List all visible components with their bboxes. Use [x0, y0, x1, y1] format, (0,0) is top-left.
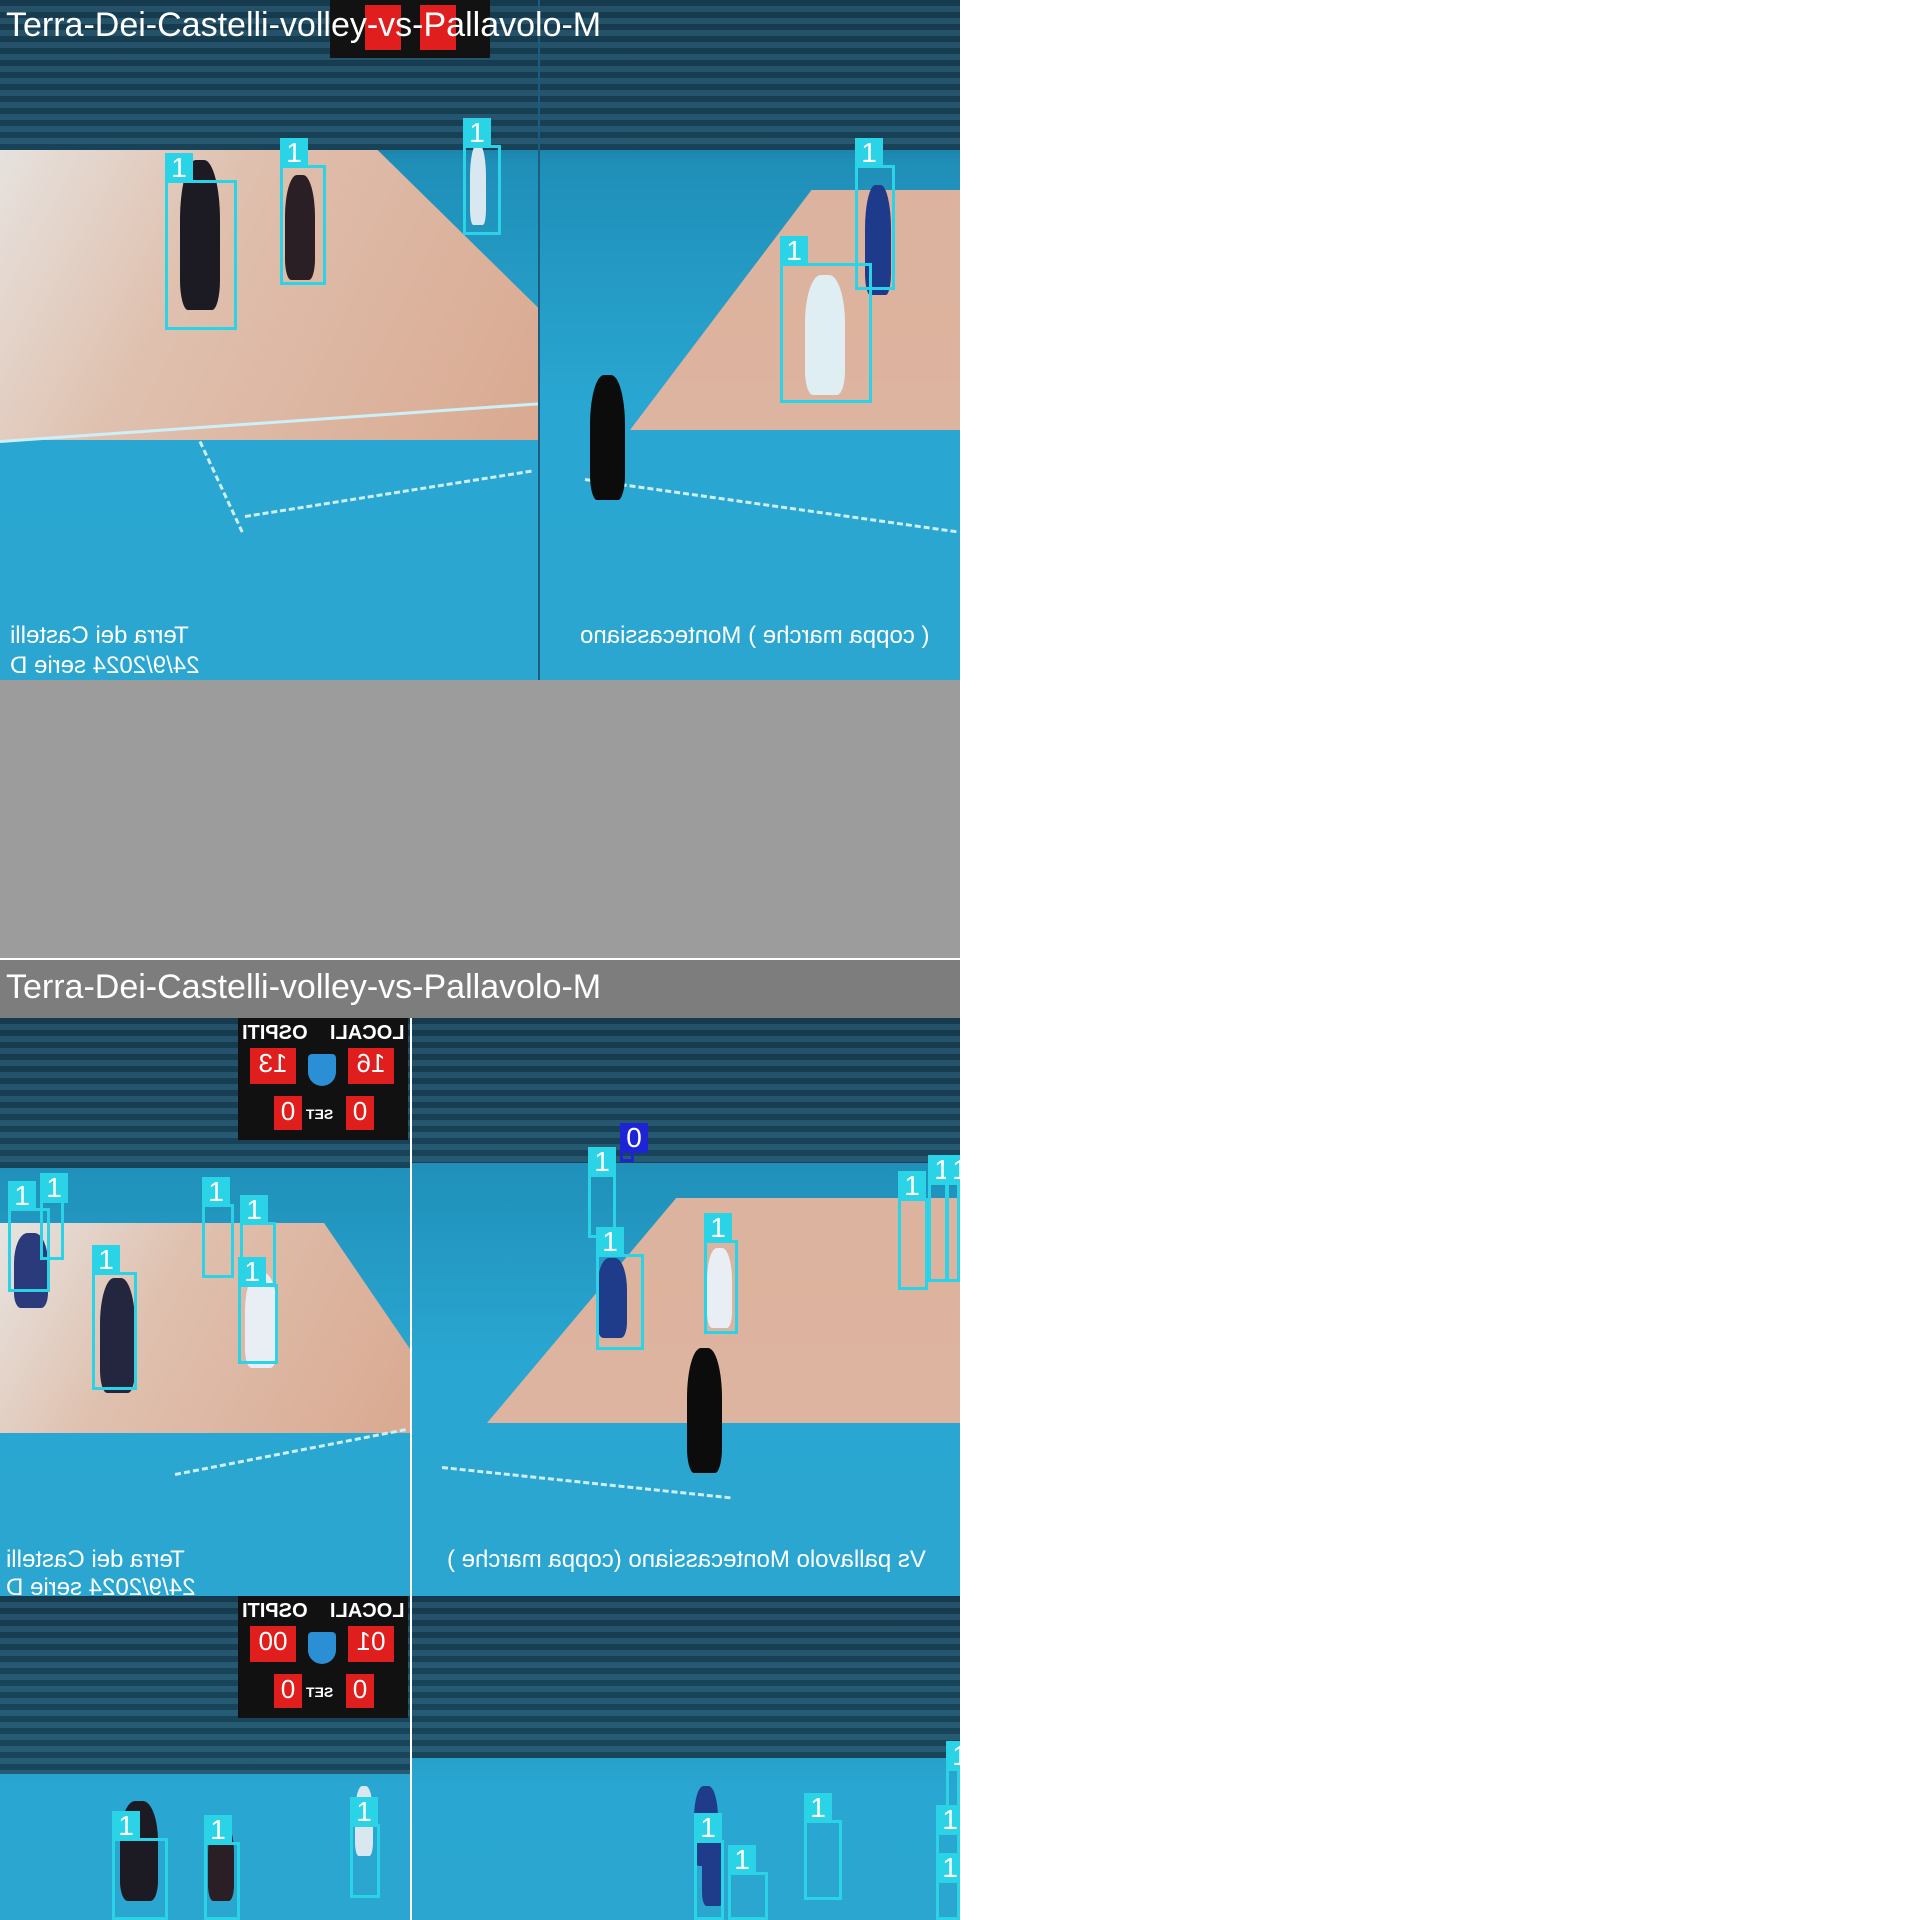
- class-label: 1: [728, 1845, 756, 1875]
- scoreboard-away-label: OSPITI: [242, 1022, 308, 1044]
- court-view-right: [412, 1596, 960, 1920]
- court-dashed-line: [198, 440, 244, 533]
- scoreboard-set-label: SET: [306, 1106, 334, 1122]
- scoreboard-set-label: SET: [306, 1684, 334, 1700]
- stands: [540, 0, 960, 150]
- person-bounding-box: 1: [40, 1173, 68, 1260]
- ball-bounding-box: 0: [620, 1123, 648, 1162]
- referee: [687, 1348, 722, 1473]
- person-bounding-box: 1: [92, 1245, 137, 1390]
- scoreboard-away-points: 00: [250, 1626, 296, 1662]
- class-label: 1: [238, 1257, 266, 1287]
- person-bounding-box: 1: [112, 1811, 168, 1920]
- court-dashed-line: [174, 1428, 406, 1476]
- class-label: 1: [8, 1181, 36, 1211]
- scoreboard-home-points: 16: [348, 1048, 394, 1084]
- class-label: 1: [92, 1245, 120, 1275]
- referee: [590, 375, 625, 500]
- class-label: 1: [780, 236, 808, 266]
- court-dashed-line: [244, 469, 532, 518]
- person-bounding-box: 1: [165, 153, 237, 330]
- class-label: 1: [694, 1813, 722, 1843]
- video-overlay-text: 24/9/2024 serie D: [10, 652, 200, 679]
- class-label: 1: [855, 138, 883, 168]
- bottom-mosaic-panel: Terra-Dei-Castelli-volley-vs-Pallavolo-M…: [0, 960, 960, 1920]
- court-view-right: ( coppa marche ) Montecassiano: [540, 0, 960, 680]
- court-view-right: Vs pallavolo Montecassiano (coppa marche…: [412, 1018, 960, 1596]
- class-label: 1: [596, 1227, 624, 1257]
- top-mosaic-panel: Terra dei Castelli 24/9/2024 serie D ( c…: [0, 0, 960, 960]
- padding-area: [0, 680, 960, 958]
- scoreboard-home-label: LOCALI: [330, 1600, 405, 1622]
- scoreboard: LOCALI OSPITI 01 00 0 0 SET: [238, 1596, 408, 1718]
- class-label: 1: [350, 1797, 378, 1827]
- person-bounding-box: 1: [928, 1155, 956, 1282]
- person-bounding-box: 1: [238, 1257, 278, 1364]
- class-label: 1: [936, 1853, 960, 1883]
- person-bounding-box: 1: [350, 1797, 380, 1898]
- class-label: 1: [280, 138, 308, 168]
- scoreboard-away-label: OSPITI: [242, 1600, 308, 1622]
- person-bounding-box: 1: [898, 1171, 928, 1290]
- class-label: 1: [204, 1815, 232, 1845]
- scoreboard-away-sets: 0: [274, 1096, 302, 1130]
- class-label: 1: [946, 1155, 960, 1185]
- class-label: 0: [620, 1123, 648, 1153]
- class-label: 1: [704, 1213, 732, 1243]
- scoreboard-home-points: 01: [348, 1626, 394, 1662]
- team-shield-icon: [308, 1054, 336, 1086]
- person-bounding-box: 1: [204, 1815, 240, 1920]
- video-overlay-text: ( coppa marche ) Montecassiano: [580, 622, 930, 649]
- person-bounding-box: 1: [946, 1155, 960, 1282]
- class-label: 1: [165, 153, 193, 183]
- court-floor: [0, 150, 540, 440]
- class-label: 1: [898, 1171, 926, 1201]
- person-bounding-box: 1: [596, 1227, 644, 1350]
- court-view-left: Terra dei Castelli 24/9/2024 serie D: [0, 0, 540, 680]
- court-dashed-line: [441, 1466, 731, 1500]
- scoreboard-home-sets: 0: [346, 1674, 374, 1708]
- person-bounding-box: 1: [280, 138, 326, 285]
- court-dashed-line: [584, 478, 957, 534]
- person-bounding-box: 1: [704, 1213, 738, 1334]
- class-label: 1: [40, 1173, 68, 1203]
- person-bounding-box: 1: [804, 1793, 842, 1900]
- scoreboard: LOCALI OSPITI 16 13 0 0 SET: [238, 1018, 408, 1140]
- class-label: 1: [112, 1811, 140, 1841]
- video-overlay-text: Vs pallavolo Montecassiano (coppa marche…: [447, 1546, 926, 1573]
- scoreboard-away-sets: 0: [274, 1674, 302, 1708]
- image-caption: Terra-Dei-Castelli-volley-vs-Pallavolo-M: [6, 6, 602, 44]
- person-bounding-box: 1: [202, 1177, 234, 1278]
- class-label: 1: [463, 118, 491, 148]
- person-bounding-box: 1: [728, 1845, 768, 1920]
- stands: [412, 1596, 960, 1758]
- person-bounding-box: 1: [780, 236, 872, 403]
- person-bounding-box: 1: [463, 118, 501, 235]
- class-label: 1: [202, 1177, 230, 1207]
- team-shield-icon: [308, 1632, 336, 1664]
- video-overlay-text: Terra dei Castelli: [10, 622, 189, 649]
- class-label: 1: [936, 1805, 960, 1835]
- person-bounding-box: 1: [694, 1813, 724, 1920]
- scoreboard-home-sets: 0: [346, 1096, 374, 1130]
- stands: [412, 1018, 960, 1163]
- scoreboard-home-label: LOCALI: [330, 1022, 405, 1044]
- class-label: 1: [588, 1147, 616, 1177]
- video-overlay-text: 24/9/2024 serie D: [6, 1574, 196, 1596]
- class-label: 1: [804, 1793, 832, 1823]
- image-caption: Terra-Dei-Castelli-volley-vs-Pallavolo-M: [6, 968, 602, 1006]
- class-label: 1: [240, 1195, 268, 1225]
- video-overlay-text: Terra dei Castelli: [6, 1546, 185, 1573]
- scoreboard-away-points: 13: [250, 1048, 296, 1084]
- class-label: 1: [946, 1741, 960, 1771]
- person-bounding-box: 1: [936, 1853, 960, 1920]
